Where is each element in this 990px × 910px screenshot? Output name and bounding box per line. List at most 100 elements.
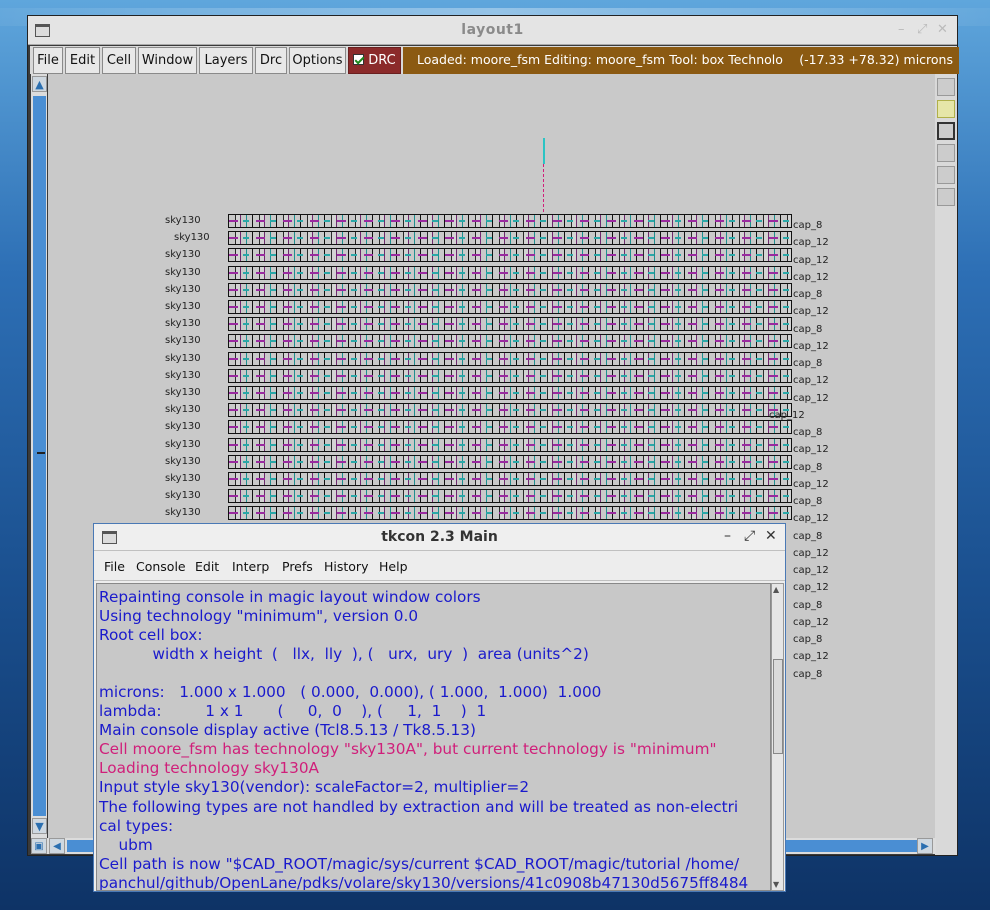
zoom-box-icon[interactable]: ▣ — [31, 838, 47, 854]
close-icon[interactable]: ✕ — [937, 22, 948, 37]
console-line: Loading technology sky130A — [99, 759, 320, 778]
cell-label-left: sky130 — [165, 455, 201, 467]
cell-label-right: cap_8 — [793, 599, 823, 611]
tk-menu-interp[interactable]: Interp — [232, 559, 269, 574]
guide-line — [543, 164, 544, 212]
cell-label-right: cap_8 — [793, 530, 823, 542]
cell-label-right: cap_12 — [793, 478, 829, 490]
tkcon-titlebar[interactable]: tkcon 2.3 Main – ⤢ ✕ — [94, 524, 785, 551]
scroll-down-icon[interactable]: ▼ — [32, 818, 47, 834]
cell-label-right: cap_12 — [793, 254, 829, 266]
panel-button[interactable] — [937, 100, 955, 118]
cell-label-left: sky130 — [165, 490, 201, 502]
cell-label-right: cap_12 — [793, 547, 829, 559]
cell-label-right: cap_12 — [793, 513, 829, 525]
scroll-thumb[interactable] — [773, 659, 783, 754]
minimize-icon[interactable]: – — [898, 22, 905, 37]
cell-label-left: sky130 — [174, 232, 210, 244]
console-scrollbar[interactable]: ▲ ▼ — [771, 583, 784, 891]
checkbox-icon — [353, 54, 365, 65]
cell-label-right: cap_8 — [793, 496, 823, 507]
menu-options[interactable]: Options — [289, 47, 346, 74]
cell-label-right: cap_12 — [793, 651, 829, 663]
menu-drc[interactable]: Drc — [255, 47, 287, 74]
scroll-left-icon[interactable]: ◀ — [49, 838, 65, 854]
cell-row — [228, 386, 792, 400]
tk-menu-prefs[interactable]: Prefs — [282, 559, 313, 574]
minimize-icon[interactable]: – — [724, 528, 731, 544]
drc-toggle-button[interactable]: DRC — [348, 47, 401, 74]
console-line: Using technology "minimum", version 0.0 — [99, 607, 419, 626]
cell-label-left: sky130 — [165, 387, 201, 398]
cell-label-left: sky130 — [165, 335, 201, 347]
console-line: ubm — [99, 835, 153, 854]
cell-label-left: sky130 — [165, 352, 201, 364]
maximize-icon[interactable]: ⤢ — [917, 22, 927, 37]
cell-label-right: cap_8 — [793, 427, 823, 438]
cell-row — [228, 403, 792, 418]
tk-menu-console[interactable]: Console — [136, 559, 186, 574]
console-line: width x height ( llx, lly ), ( urx, ury … — [99, 645, 589, 664]
cell-label-right: cap_8 — [793, 358, 823, 369]
console-line: lambda: 1 x 1 ( 0, 0 ), ( 1, 1 ) 1 — [99, 702, 487, 721]
status-text: Loaded: moore_fsm Editing: moore_fsm Too… — [417, 52, 783, 67]
cell-row — [228, 368, 792, 383]
cell-label-right: cap_8 — [793, 323, 823, 335]
scroll-down-icon[interactable]: ▼ — [773, 880, 779, 889]
cell-row — [228, 231, 792, 246]
maximize-icon[interactable]: ⤢ — [744, 528, 755, 544]
vertical-scroll-track[interactable] — [33, 96, 46, 816]
menu-cell[interactable]: Cell — [102, 47, 136, 74]
cell-label-right: cap_8 — [793, 634, 823, 645]
cell-label-right: cap_12 — [769, 409, 805, 421]
menu-layers[interactable]: Layers — [199, 47, 253, 74]
console-line: microns: 1.000 x 1.000 ( 0.000, 0.000), … — [99, 683, 602, 702]
cell-label-left: sky130 — [165, 438, 201, 450]
cell-label-left: sky130 — [165, 421, 201, 433]
console-line: Main console display active (Tcl8.5.13 /… — [99, 721, 476, 740]
cell-row — [228, 506, 792, 521]
console-line: Input style sky130(vendor): scaleFactor=… — [99, 778, 530, 797]
cell-row — [228, 454, 792, 469]
layout-menubar: File Edit Cell Window Layers Drc Options… — [30, 46, 959, 74]
cell-label-left: sky130 — [165, 473, 201, 484]
scroll-up-icon[interactable]: ▲ — [773, 585, 779, 594]
tk-menu-history[interactable]: History — [324, 559, 368, 574]
cell-label-left: sky130 — [165, 215, 201, 226]
menu-window[interactable]: Window — [138, 47, 197, 74]
console-line: Cell moore_fsm has technology "sky130A",… — [99, 740, 717, 759]
close-icon[interactable]: ✕ — [765, 528, 777, 544]
cell-row — [228, 420, 792, 435]
layout-titlebar[interactable]: layout1 – ⤢ ✕ — [28, 16, 957, 45]
cell-row — [228, 300, 792, 314]
console-output[interactable]: Repainting console in magic layout windo… — [96, 583, 771, 891]
cell-label-right: cap_12 — [793, 582, 829, 594]
tk-menu-edit[interactable]: Edit — [195, 559, 219, 574]
cell-label-right: cap_8 — [793, 461, 823, 473]
vertical-scrollbar[interactable]: ▲ ▼ — [31, 74, 47, 838]
cell-label-left: sky130 — [165, 249, 201, 261]
panel-button[interactable] — [937, 78, 955, 96]
cell-label-left: sky130 — [165, 301, 201, 312]
cell-row — [228, 489, 792, 504]
console-line: Root cell box: — [99, 626, 203, 645]
window-title: tkcon 2.3 Main — [381, 529, 498, 545]
tk-menu-file[interactable]: File — [104, 559, 125, 574]
menu-edit[interactable]: Edit — [65, 47, 100, 74]
panel-button[interactable] — [937, 144, 955, 162]
panel-button[interactable] — [937, 166, 955, 184]
cursor-coordinates: (-17.33 +78.32) microns — [799, 52, 953, 67]
cell-label-left: sky130 — [165, 369, 201, 381]
console-line: Repainting console in magic layout windo… — [99, 588, 481, 606]
menu-file[interactable]: File — [33, 47, 63, 74]
panel-button[interactable] — [937, 122, 955, 140]
scroll-right-icon[interactable]: ▶ — [917, 838, 933, 854]
panel-button[interactable] — [937, 188, 955, 206]
scroll-up-icon[interactable]: ▲ — [32, 76, 47, 92]
cell-row — [228, 248, 792, 263]
tkcon-window: tkcon 2.3 Main – ⤢ ✕ File Console Edit I… — [93, 523, 786, 892]
cell-label-right: cap_12 — [793, 340, 829, 352]
cell-row — [228, 472, 792, 486]
tk-menu-help[interactable]: Help — [379, 559, 408, 574]
